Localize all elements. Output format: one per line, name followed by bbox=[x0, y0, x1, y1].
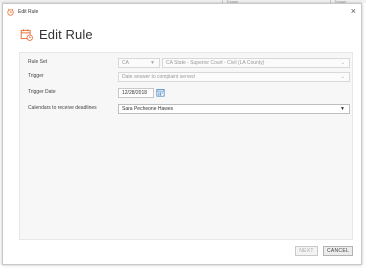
trigger-date-input[interactable]: 12/28/2018 bbox=[118, 88, 154, 98]
rule-set-label: Rule Set bbox=[28, 59, 48, 65]
chevron-down-icon: ⌄ bbox=[340, 74, 345, 80]
calendar-alarm-icon bbox=[20, 28, 33, 41]
jurisdiction-select[interactable]: CA ▼ bbox=[118, 58, 160, 68]
dialog-title: Edit Rule bbox=[18, 9, 39, 15]
jurisdiction-value: CA bbox=[122, 60, 129, 66]
chevron-down-icon: ⌄ bbox=[340, 60, 345, 66]
calendar-icon[interactable] bbox=[156, 88, 165, 97]
calendar-alarm-icon bbox=[7, 8, 15, 16]
court-select[interactable]: CA State - Superior Court - Civil (LA Co… bbox=[162, 58, 350, 68]
rule-set-row: Rule Set CA ▼ CA State - Superior Court … bbox=[20, 57, 352, 69]
trigger-date-value: 12/28/2018 bbox=[122, 90, 148, 96]
trigger-label: Trigger bbox=[28, 73, 44, 79]
trigger-row: Trigger Date answer to complaint served … bbox=[20, 71, 352, 83]
calendars-value: Sara Pecheone Hawes bbox=[122, 106, 174, 112]
calendars-select[interactable]: Sara Pecheone Hawes ▼ bbox=[118, 104, 350, 114]
page-title-text: Edit Rule bbox=[39, 27, 93, 42]
close-icon[interactable]: × bbox=[351, 7, 356, 16]
calendars-row: Calendars to receive deadlines Sara Pech… bbox=[20, 103, 352, 115]
dialog-titlebar: Edit Rule × bbox=[3, 4, 361, 20]
trigger-value: Date answer to complaint served bbox=[122, 74, 195, 80]
cancel-button[interactable]: CANCEL bbox=[323, 246, 353, 256]
page-title: Edit Rule bbox=[20, 27, 93, 42]
chevron-down-icon: ▼ bbox=[340, 106, 345, 112]
next-button[interactable]: NEXT bbox=[295, 246, 318, 256]
chevron-down-icon: ▼ bbox=[150, 60, 155, 66]
trigger-date-row: Trigger Date 12/28/2018 bbox=[20, 87, 352, 99]
rule-form: Rule Set CA ▼ CA State - Superior Court … bbox=[19, 52, 353, 240]
court-value: CA State - Superior Court - Civil (LA Co… bbox=[166, 60, 265, 66]
trigger-date-label: Trigger Date bbox=[28, 89, 56, 95]
trigger-select[interactable]: Date answer to complaint served ⌄ bbox=[118, 72, 350, 82]
calendars-label: Calendars to receive deadlines bbox=[28, 105, 97, 111]
edit-rule-dialog: Edit Rule × Edit Rule Rule Set CA ▼ CA S… bbox=[2, 3, 362, 265]
